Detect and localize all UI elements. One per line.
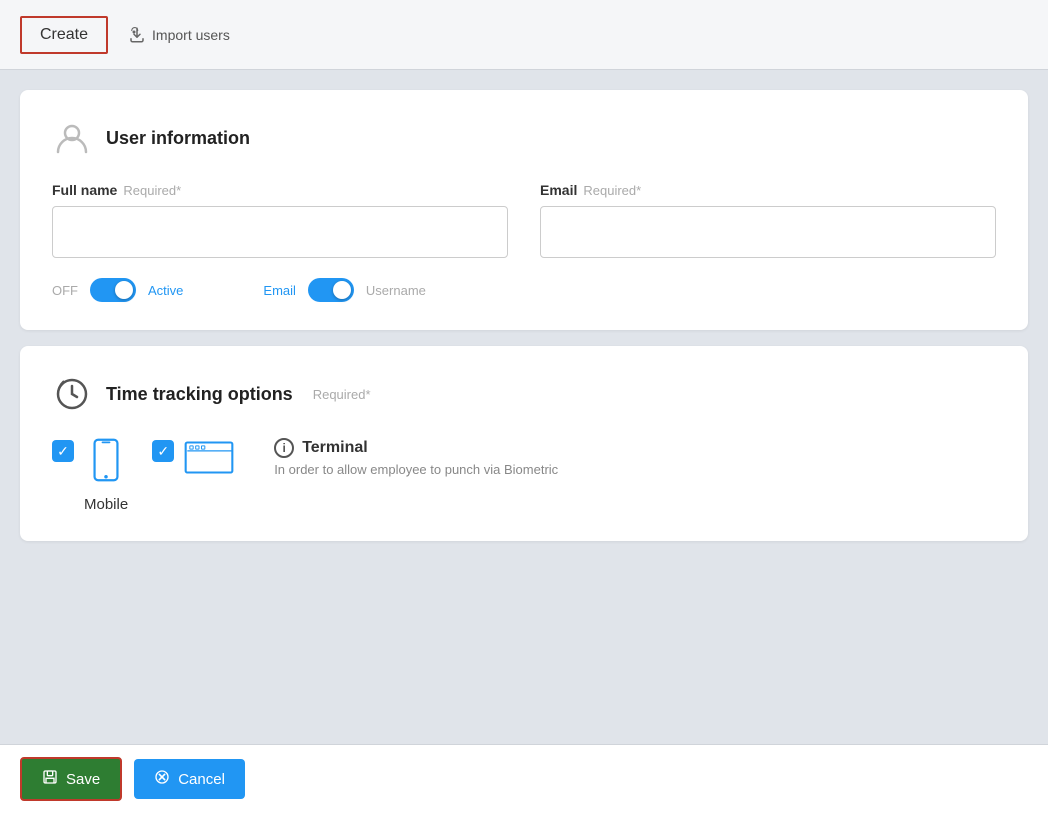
cancel-label: Cancel: [178, 771, 225, 788]
user-icon: [52, 118, 92, 158]
user-info-card: User information Full name Required* Ema…: [20, 90, 1028, 330]
time-tracking-card: Time tracking options Required* ✓: [20, 346, 1028, 541]
save-label: Save: [66, 771, 100, 788]
mobile-checkmark: ✓: [57, 444, 69, 458]
name-email-row: Full name Required* Email Required*: [52, 182, 996, 258]
time-tracking-title: Time tracking options: [106, 384, 293, 405]
clock-icon: [52, 374, 92, 414]
mobile-option: ✓ Mobile: [52, 438, 128, 513]
email-group: Email Required*: [540, 182, 996, 258]
user-info-title: User information: [106, 128, 250, 149]
main-content: User information Full name Required* Ema…: [0, 70, 1048, 813]
terminal-description: In order to allow employee to punch via …: [274, 462, 558, 477]
desktop-checkbox[interactable]: ✓: [152, 440, 174, 462]
email-toggle-label: Email: [263, 283, 296, 298]
import-icon: [128, 26, 146, 44]
desktop-device-icon: [184, 438, 234, 482]
full-name-input[interactable]: [52, 206, 508, 258]
full-name-label: Full name Required*: [52, 182, 508, 198]
time-tracking-required: Required*: [313, 387, 371, 402]
mobile-checkbox[interactable]: ✓: [52, 440, 74, 462]
cancel-button[interactable]: Cancel: [134, 759, 245, 799]
email-input[interactable]: [540, 206, 996, 258]
save-icon: [42, 769, 58, 789]
tracking-options: ✓ Mobile: [52, 438, 996, 513]
terminal-section: i Terminal In order to allow employee to…: [274, 438, 558, 477]
login-toggle-thumb: [333, 281, 351, 299]
tab-create[interactable]: Create: [20, 16, 108, 54]
import-label: Import users: [152, 27, 230, 43]
toggle-thumb: [115, 281, 133, 299]
mobile-label: Mobile: [84, 496, 128, 513]
tab-bar: Create Import users: [0, 0, 1048, 70]
full-name-required: Required*: [123, 183, 181, 198]
desktop-option: ✓: [152, 438, 234, 482]
login-toggle[interactable]: [308, 278, 354, 302]
active-toggle-row: OFF Active: [52, 278, 183, 302]
tab-import[interactable]: Import users: [116, 18, 242, 52]
action-bar: Save Cancel: [0, 744, 1048, 813]
email-label: Email Required*: [540, 182, 996, 198]
desktop-checkmark: ✓: [157, 444, 169, 458]
terminal-title: Terminal: [302, 439, 368, 457]
email-required: Required*: [583, 183, 641, 198]
mobile-device-icon: [88, 438, 124, 482]
terminal-header: i Terminal: [274, 438, 558, 458]
cancel-icon: [154, 769, 170, 789]
login-toggle-row: Email Username: [263, 278, 425, 302]
time-tracking-header: Time tracking options Required*: [52, 374, 996, 414]
toggle-on-label: Active: [148, 283, 183, 298]
full-name-group: Full name Required*: [52, 182, 508, 258]
toggle-off-label: OFF: [52, 283, 78, 298]
active-toggle[interactable]: [90, 278, 136, 302]
info-icon: i: [274, 438, 294, 458]
user-info-header: User information: [52, 118, 996, 158]
username-toggle-label: Username: [366, 283, 426, 298]
save-button[interactable]: Save: [20, 757, 122, 801]
